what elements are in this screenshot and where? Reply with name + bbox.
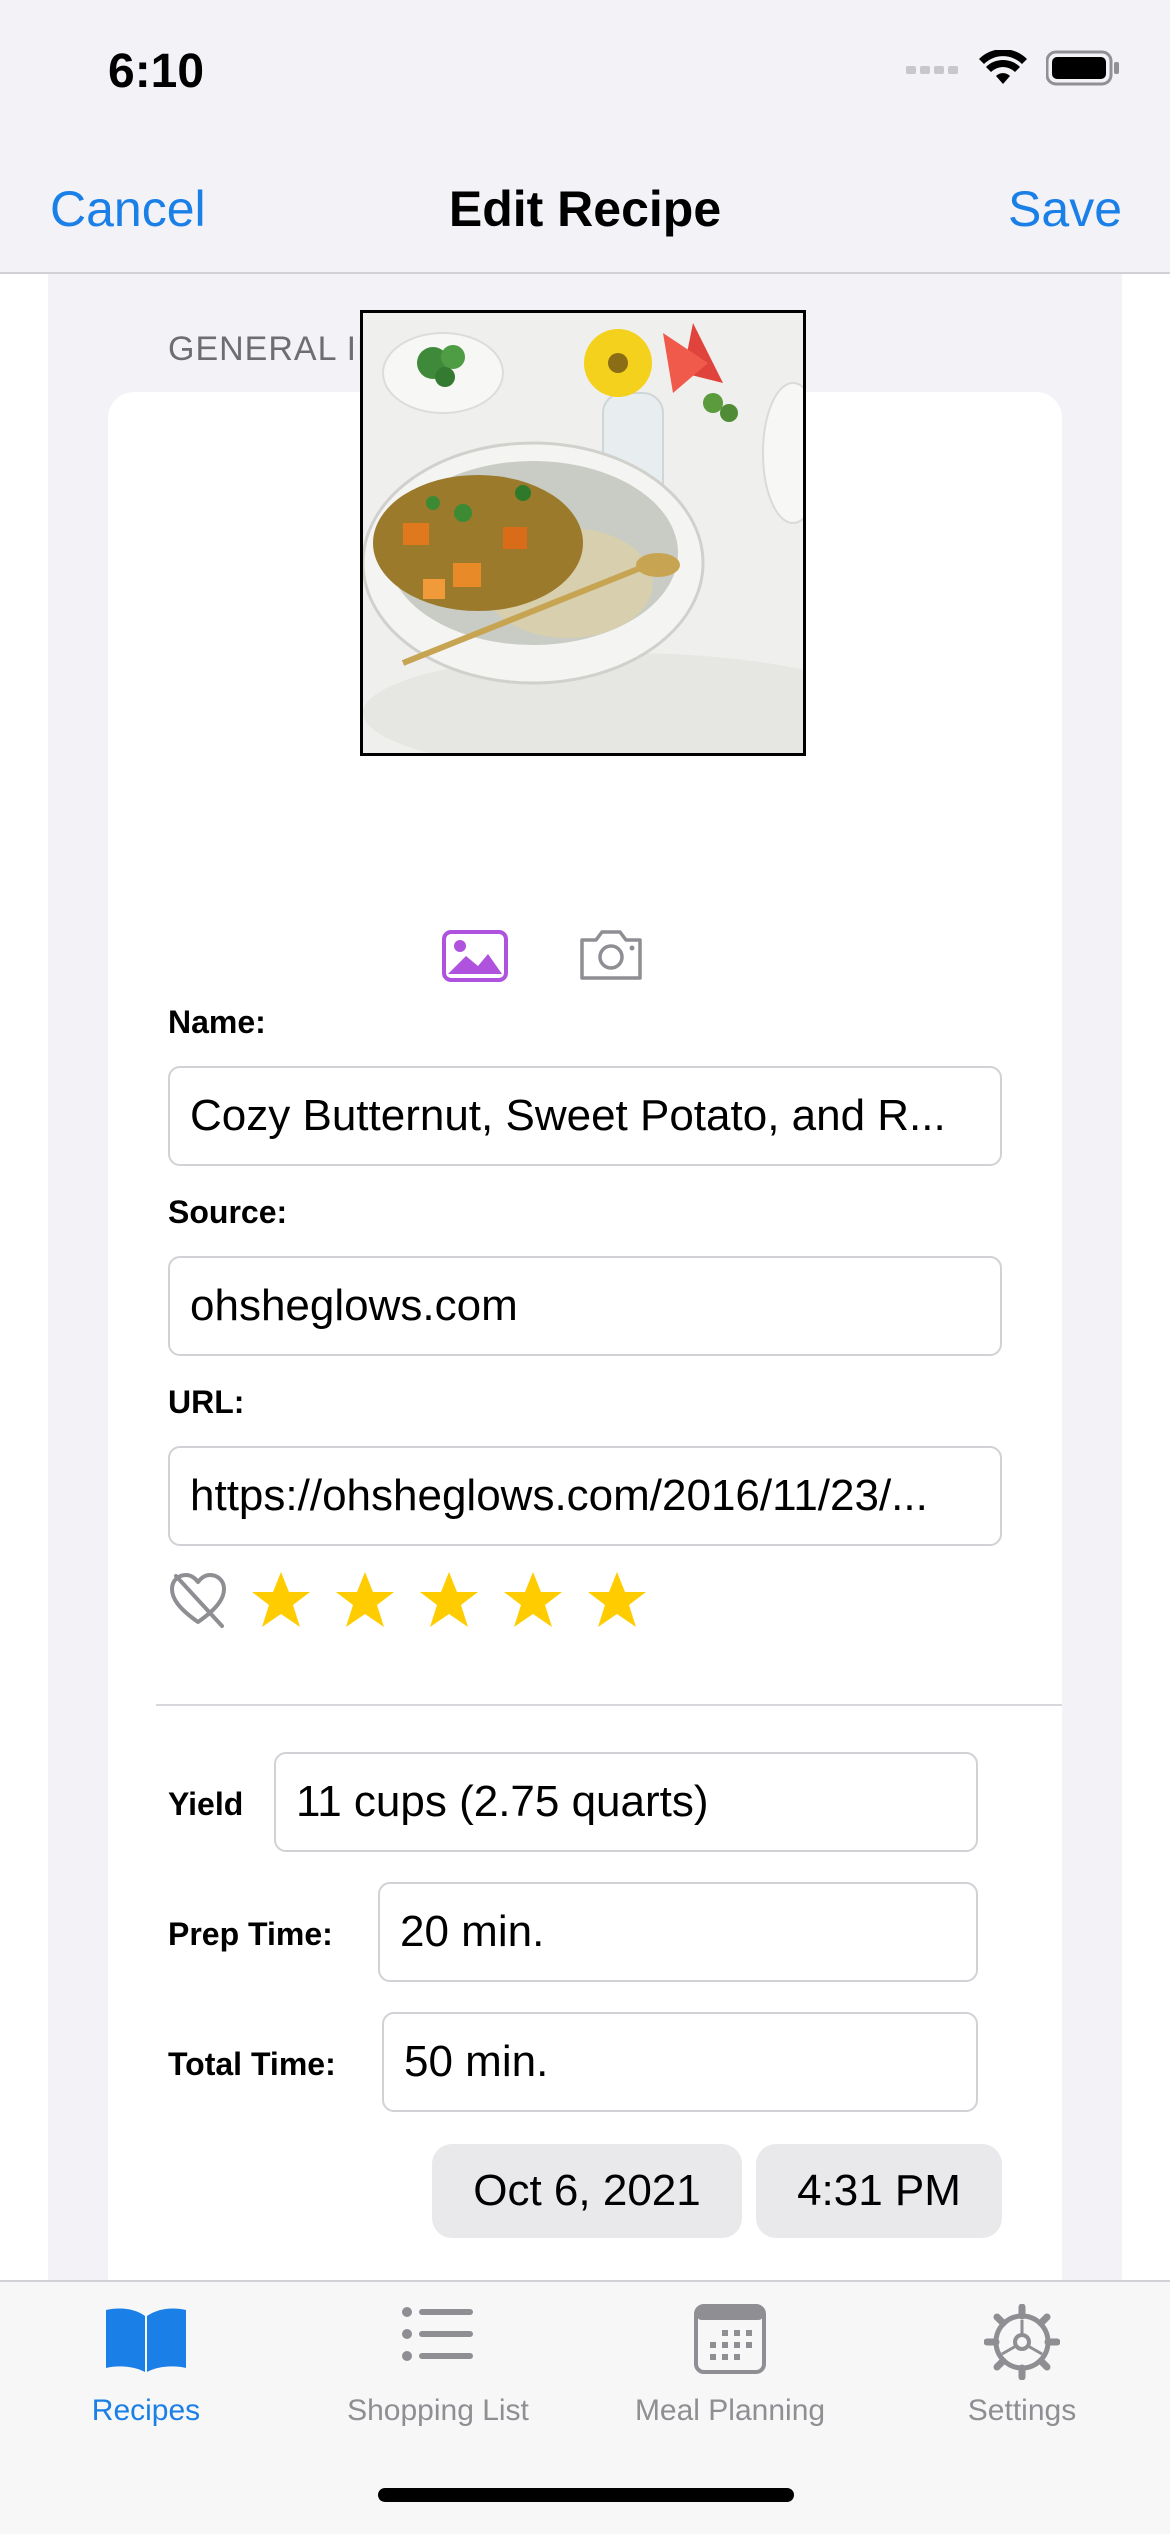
star-1-icon[interactable] [250, 1570, 312, 1630]
star-5-icon[interactable] [586, 1570, 648, 1630]
favorite-slash-heart-icon[interactable] [168, 1570, 228, 1630]
recipe-photo-image [363, 313, 803, 753]
source-field[interactable]: ohsheglows.com [168, 1256, 1002, 1356]
time-picker-button[interactable]: 4:31 PM [756, 2144, 1002, 2238]
wifi-icon [979, 50, 1027, 84]
photo-library-icon[interactable] [442, 930, 508, 982]
source-label: Source: [168, 1194, 288, 1230]
yield-label: Yield [168, 1786, 244, 1822]
url-label: URL: [168, 1384, 245, 1420]
navigation-bar: Cancel Edit Recipe Save [0, 140, 1170, 274]
cancel-button[interactable]: Cancel [50, 180, 206, 238]
date-picker-button[interactable]: Oct 6, 2021 [432, 2144, 742, 2238]
url-field[interactable]: https://ohsheglows.com/2016/11/23/... [168, 1446, 1002, 1546]
star-3-icon[interactable] [418, 1570, 480, 1630]
battery-icon [1046, 50, 1119, 86]
star-2-icon[interactable] [334, 1570, 396, 1630]
status-time: 6:10 [108, 45, 205, 98]
list-icon [402, 2307, 473, 2361]
gear-icon [984, 2304, 1060, 2380]
tab-label-meal-planning: Meal Planning [634, 2394, 826, 2427]
tab-recipes[interactable]: Recipes [0, 2282, 292, 2432]
name-field[interactable]: Cozy Butternut, Sweet Potato, and R... [168, 1066, 1002, 1166]
prep-time-field[interactable]: 20 min. [378, 1882, 978, 1982]
prep-time-label: Prep Time: [168, 1916, 333, 1952]
tab-label-recipes: Recipes [91, 2394, 201, 2427]
name-label: Name: [168, 1004, 266, 1040]
section-divider [156, 1704, 1062, 1706]
home-indicator [378, 2488, 794, 2502]
rating-row [168, 1570, 648, 1630]
book-icon [106, 2308, 186, 2372]
tab-settings[interactable]: Settings [876, 2282, 1168, 2432]
total-time-label: Total Time: [168, 2046, 336, 2082]
total-time-field[interactable]: 50 min. [382, 2012, 978, 2112]
tab-shopping-list[interactable]: Shopping List [292, 2282, 584, 2432]
tab-meal-planning[interactable]: Meal Planning [584, 2282, 876, 2432]
star-4-icon[interactable] [502, 1570, 564, 1630]
status-icons [906, 50, 1120, 86]
save-button[interactable]: Save [1008, 180, 1122, 238]
yield-field[interactable]: 11 cups (2.75 quarts) [274, 1752, 978, 1852]
calendar-icon [694, 2304, 766, 2374]
cellular-signal-icon [906, 66, 958, 74]
status-bar: 6:10 [0, 0, 1170, 140]
recipe-photo[interactable] [360, 310, 806, 756]
tab-label-shopping-list: Shopping List [347, 2394, 529, 2427]
camera-icon[interactable] [578, 926, 644, 982]
tab-label-settings: Settings [967, 2394, 1077, 2427]
